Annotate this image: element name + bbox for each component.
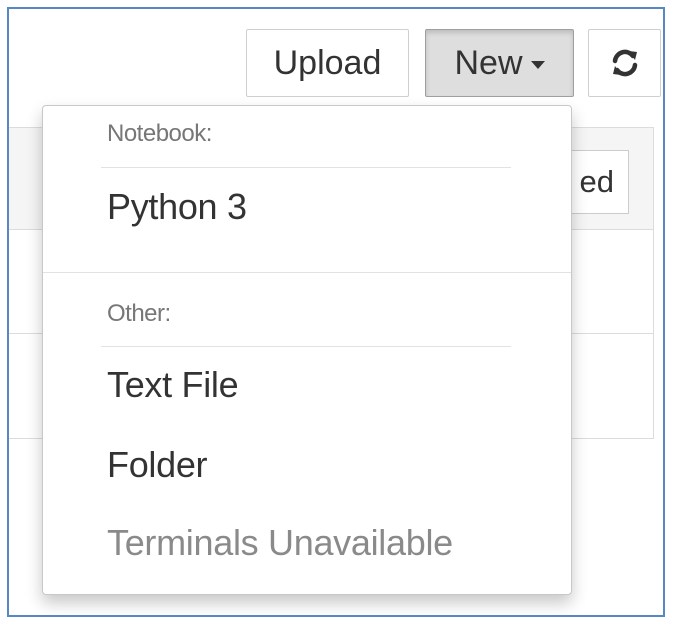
sort-button-label: ed: [579, 164, 614, 199]
refresh-button[interactable]: [588, 29, 661, 97]
caret-down-icon: [530, 61, 545, 69]
refresh-icon: [610, 48, 640, 78]
window-frame: ed go go Upload New Notebook: Python: [7, 7, 665, 617]
new-button-label: New: [454, 43, 523, 82]
upload-button-label: Upload: [273, 43, 382, 82]
menu-header-underline: [101, 167, 511, 168]
menu-header-notebook: Notebook:: [107, 120, 212, 147]
new-dropdown-menu: Notebook: Python 3 Other: Text File Fold…: [42, 105, 572, 595]
menu-item-text-file[interactable]: Text File: [107, 364, 239, 406]
new-dropdown-button[interactable]: New: [425, 29, 574, 97]
menu-header-other: Other:: [107, 300, 171, 327]
menu-item-python-3[interactable]: Python 3: [107, 186, 247, 228]
menu-item-folder[interactable]: Folder: [107, 444, 208, 486]
upload-button[interactable]: Upload: [246, 29, 409, 97]
menu-divider: [43, 272, 571, 273]
menu-header-underline: [101, 346, 511, 347]
menu-item-terminals-unavailable: Terminals Unavailable: [107, 522, 453, 563]
